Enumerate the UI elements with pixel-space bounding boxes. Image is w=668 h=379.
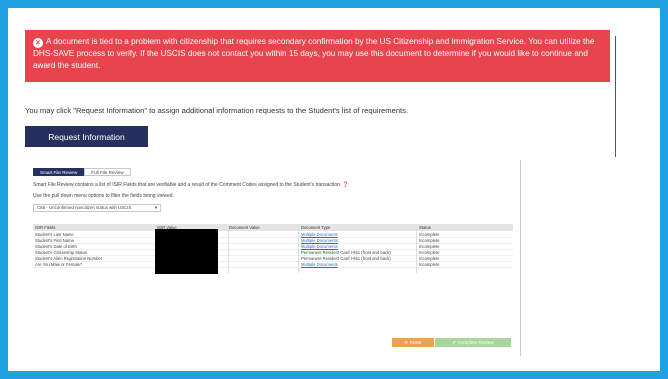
row-field: Student's Last Name (35, 232, 74, 237)
complete-label: Complete Review (457, 340, 494, 345)
complete-review-button[interactable]: ✔ Complete Review (435, 338, 511, 347)
error-alert: × A document is tied to a problem with ci… (25, 30, 610, 82)
row-field: Are You Male or Female? (35, 262, 83, 267)
row-doc-type-link[interactable]: Multiple Documents (301, 262, 338, 267)
reset-label: Reset (409, 340, 422, 345)
column-divider (416, 229, 417, 273)
filter-hint: Use the pull down menu options to filter… (33, 193, 174, 199)
x-circle-icon: × (33, 38, 43, 48)
row-doc-type: Permanent Resident Card I-551 (front and… (301, 256, 391, 261)
divider (615, 36, 616, 157)
request-information-button[interactable]: Request Information (25, 126, 148, 147)
table-header: ISIR Fields ISIR Value Document Value Do… (33, 224, 513, 231)
review-tabs: Smart File Review Full File Review (33, 168, 131, 176)
review-panel-screenshot: Smart File Review Full File Review Smart… (25, 160, 521, 356)
table-row: Are You Male or Female? Multiple Documen… (33, 262, 513, 268)
redacted-isir-values (155, 229, 218, 274)
row-status: Incomplete (419, 262, 440, 267)
tab-smart-file-review[interactable]: Smart File Review (33, 168, 85, 176)
filter-select-value: C68 - Unconfirmed noncitizen status with… (37, 205, 132, 210)
chevron-down-icon: ▾ (154, 205, 157, 210)
filter-select[interactable]: C68 - Unconfirmed noncitizen status with… (33, 204, 161, 212)
row-doc-type-link[interactable]: Multiple Documents (301, 232, 338, 237)
row-field: Student's Date of Birth (35, 244, 77, 249)
column-divider (228, 229, 229, 273)
reset-button[interactable]: ⟳ Reset (392, 338, 434, 347)
col-status: Status (419, 225, 431, 230)
col-document-value: Document Value (229, 225, 260, 230)
row-status: Incomplete (419, 232, 440, 237)
row-doc-type-link[interactable]: Multiple Documents (301, 244, 338, 249)
review-description: Smart File Review contains a list of ISI… (33, 182, 349, 188)
tab-full-file-review[interactable]: Full File Review (84, 168, 131, 176)
info-text: You may click "Request Information" to a… (25, 106, 409, 115)
row-doc-type-link[interactable]: Multiple Documents (301, 238, 338, 243)
row-doc-type: Permanent Resident Card I-551 (front and… (301, 250, 391, 255)
col-document-type: Document Type (301, 225, 331, 230)
row-status: Incomplete (419, 244, 440, 249)
row-status: Incomplete (419, 256, 440, 261)
alert-text: A document is tied to a problem with cit… (33, 37, 595, 70)
review-description-text: Smart File Review contains a list of ISI… (33, 182, 342, 188)
column-divider (298, 229, 299, 273)
row-field: Student's Alien Registration Number (35, 256, 103, 261)
row-status: Incomplete (419, 238, 440, 243)
row-status: Incomplete (419, 250, 440, 255)
row-field: Student's First Name (35, 238, 74, 243)
question-circle-icon[interactable]: ❓ (343, 182, 349, 188)
row-field: Student's Citizenship Status (35, 250, 88, 255)
col-isir-fields: ISIR Fields (35, 225, 56, 230)
